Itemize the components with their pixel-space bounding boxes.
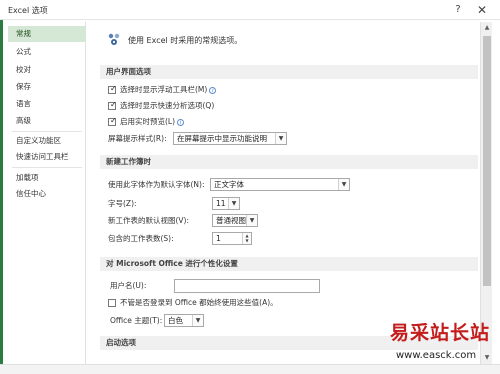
- checkmark-icon: ✓: [110, 116, 117, 125]
- default-view-label: 新工作表的默认视图(V):: [108, 216, 190, 225]
- section-new-workbook: 新建工作簿时: [100, 155, 478, 169]
- site-watermark: 易采站长站 www.easck.com: [388, 318, 498, 372]
- scroll-up-icon[interactable]: ▲: [481, 22, 493, 34]
- quick-analysis-label: 选择时显示快速分析选项(Q): [120, 101, 215, 110]
- quick-analysis-option[interactable]: ✓ 选择时显示快速分析选项(Q): [108, 99, 308, 113]
- sidebar-item-advanced[interactable]: 高级: [8, 113, 86, 129]
- mini-toolbar-label: 选择时显示浮动工具栏(M): [120, 85, 208, 94]
- mini-toolbar-checkbox[interactable]: ✓: [108, 84, 117, 94]
- page-description: 使用 Excel 时采用的常规选项。: [128, 36, 243, 45]
- spin-down-icon[interactable]: ▼: [243, 238, 251, 243]
- options-gear-icon: [108, 33, 120, 45]
- sheet-count-stepper[interactable]: 1 ▲ ▼: [212, 232, 252, 245]
- close-icon[interactable]: ✕: [474, 2, 490, 18]
- chevron-down-icon: ▼: [192, 315, 203, 326]
- checkmark-icon: ✓: [110, 84, 117, 93]
- options-sidebar: 常规 公式 校对 保存 语言 高级 自定义功能区 快速访问工具栏 加载项 信任中…: [8, 22, 86, 364]
- default-font-value: 正文字体: [214, 180, 244, 189]
- font-size-label: 字号(Z):: [108, 199, 137, 208]
- user-name-input[interactable]: [174, 279, 320, 293]
- always-use-values-option[interactable]: 不管是否登录到 Office 都始终使用这些值(A)。: [108, 296, 308, 310]
- always-use-values-checkbox[interactable]: [108, 299, 116, 307]
- sidebar-item-add-ins[interactable]: 加载项: [8, 170, 86, 186]
- always-use-values-label: 不管是否登录到 Office 都始终使用这些值(A)。: [120, 298, 278, 307]
- info-icon[interactable]: i: [209, 86, 217, 94]
- sheet-count-value: 1: [216, 234, 221, 243]
- chevron-down-icon: ▼: [246, 215, 257, 226]
- scrollbar-thumb[interactable]: [483, 36, 491, 286]
- sidebar-item-save[interactable]: 保存: [8, 79, 86, 95]
- chevron-down-icon: ▼: [228, 198, 239, 209]
- sidebar-item-trust-center[interactable]: 信任中心: [8, 186, 86, 202]
- info-icon[interactable]: i: [177, 118, 185, 126]
- sidebar-item-language[interactable]: 语言: [8, 96, 86, 112]
- office-theme-label: Office 主题(T):: [110, 316, 163, 325]
- checkmark-icon: ✓: [110, 100, 117, 109]
- sidebar-item-general[interactable]: 常规: [8, 26, 86, 42]
- title-bar: Excel 选项 ? ✕: [0, 0, 500, 20]
- office-theme-value: 白色: [168, 316, 183, 325]
- sidebar-item-formulas[interactable]: 公式: [8, 44, 86, 60]
- help-icon[interactable]: ?: [450, 2, 466, 18]
- font-size-value: 11: [216, 199, 226, 208]
- default-font-select[interactable]: 正文字体 ▼: [210, 178, 350, 191]
- sidebar-item-quick-access-toolbar[interactable]: 快速访问工具栏: [8, 149, 86, 165]
- options-content: 使用 Excel 时采用的常规选项。 用户界面选项 ✓ 选择时显示浮动工具栏(M…: [92, 22, 480, 364]
- default-view-value: 普通视图: [216, 216, 246, 225]
- watermark-title: 易采站长站: [390, 322, 491, 344]
- live-preview-option[interactable]: ✓ 启用实时预览(L) i: [108, 115, 308, 129]
- watermark-url: www.easck.com: [396, 350, 477, 361]
- section-ui-options: 用户界面选项: [100, 65, 478, 79]
- sidebar-divider: [12, 131, 82, 132]
- chevron-down-icon: ▼: [275, 133, 286, 144]
- window-title: Excel 选项: [8, 6, 48, 15]
- window-left-accent: [0, 20, 3, 374]
- sidebar-divider: [12, 167, 82, 168]
- section-personalize: 对 Microsoft Office 进行个性化设置: [100, 257, 478, 271]
- font-size-select[interactable]: 11 ▼: [212, 197, 240, 210]
- content-scrollbar[interactable]: ▲ ▼: [480, 22, 492, 364]
- live-preview-label: 启用实时预览(L): [120, 117, 176, 126]
- screentip-style-label: 屏幕提示样式(R):: [108, 134, 167, 143]
- chevron-down-icon: ▼: [338, 179, 349, 190]
- office-theme-select[interactable]: 白色 ▼: [164, 314, 204, 327]
- default-font-label: 使用此字体作为默认字体(N):: [108, 180, 205, 189]
- quick-analysis-checkbox[interactable]: ✓: [108, 100, 117, 110]
- sheet-count-label: 包含的工作表数(S):: [108, 234, 174, 243]
- mini-toolbar-option[interactable]: ✓ 选择时显示浮动工具栏(M) i: [108, 83, 308, 97]
- default-view-select[interactable]: 普通视图 ▼: [212, 214, 258, 227]
- sidebar-item-proofing[interactable]: 校对: [8, 62, 86, 78]
- live-preview-checkbox[interactable]: ✓: [108, 116, 117, 126]
- screentip-style-value: 在屏幕提示中显示功能说明: [177, 134, 267, 143]
- screentip-style-select[interactable]: 在屏幕提示中显示功能说明 ▼: [173, 132, 287, 145]
- sidebar-item-customize-ribbon[interactable]: 自定义功能区: [8, 133, 86, 149]
- user-name-label: 用户名(U):: [110, 281, 147, 290]
